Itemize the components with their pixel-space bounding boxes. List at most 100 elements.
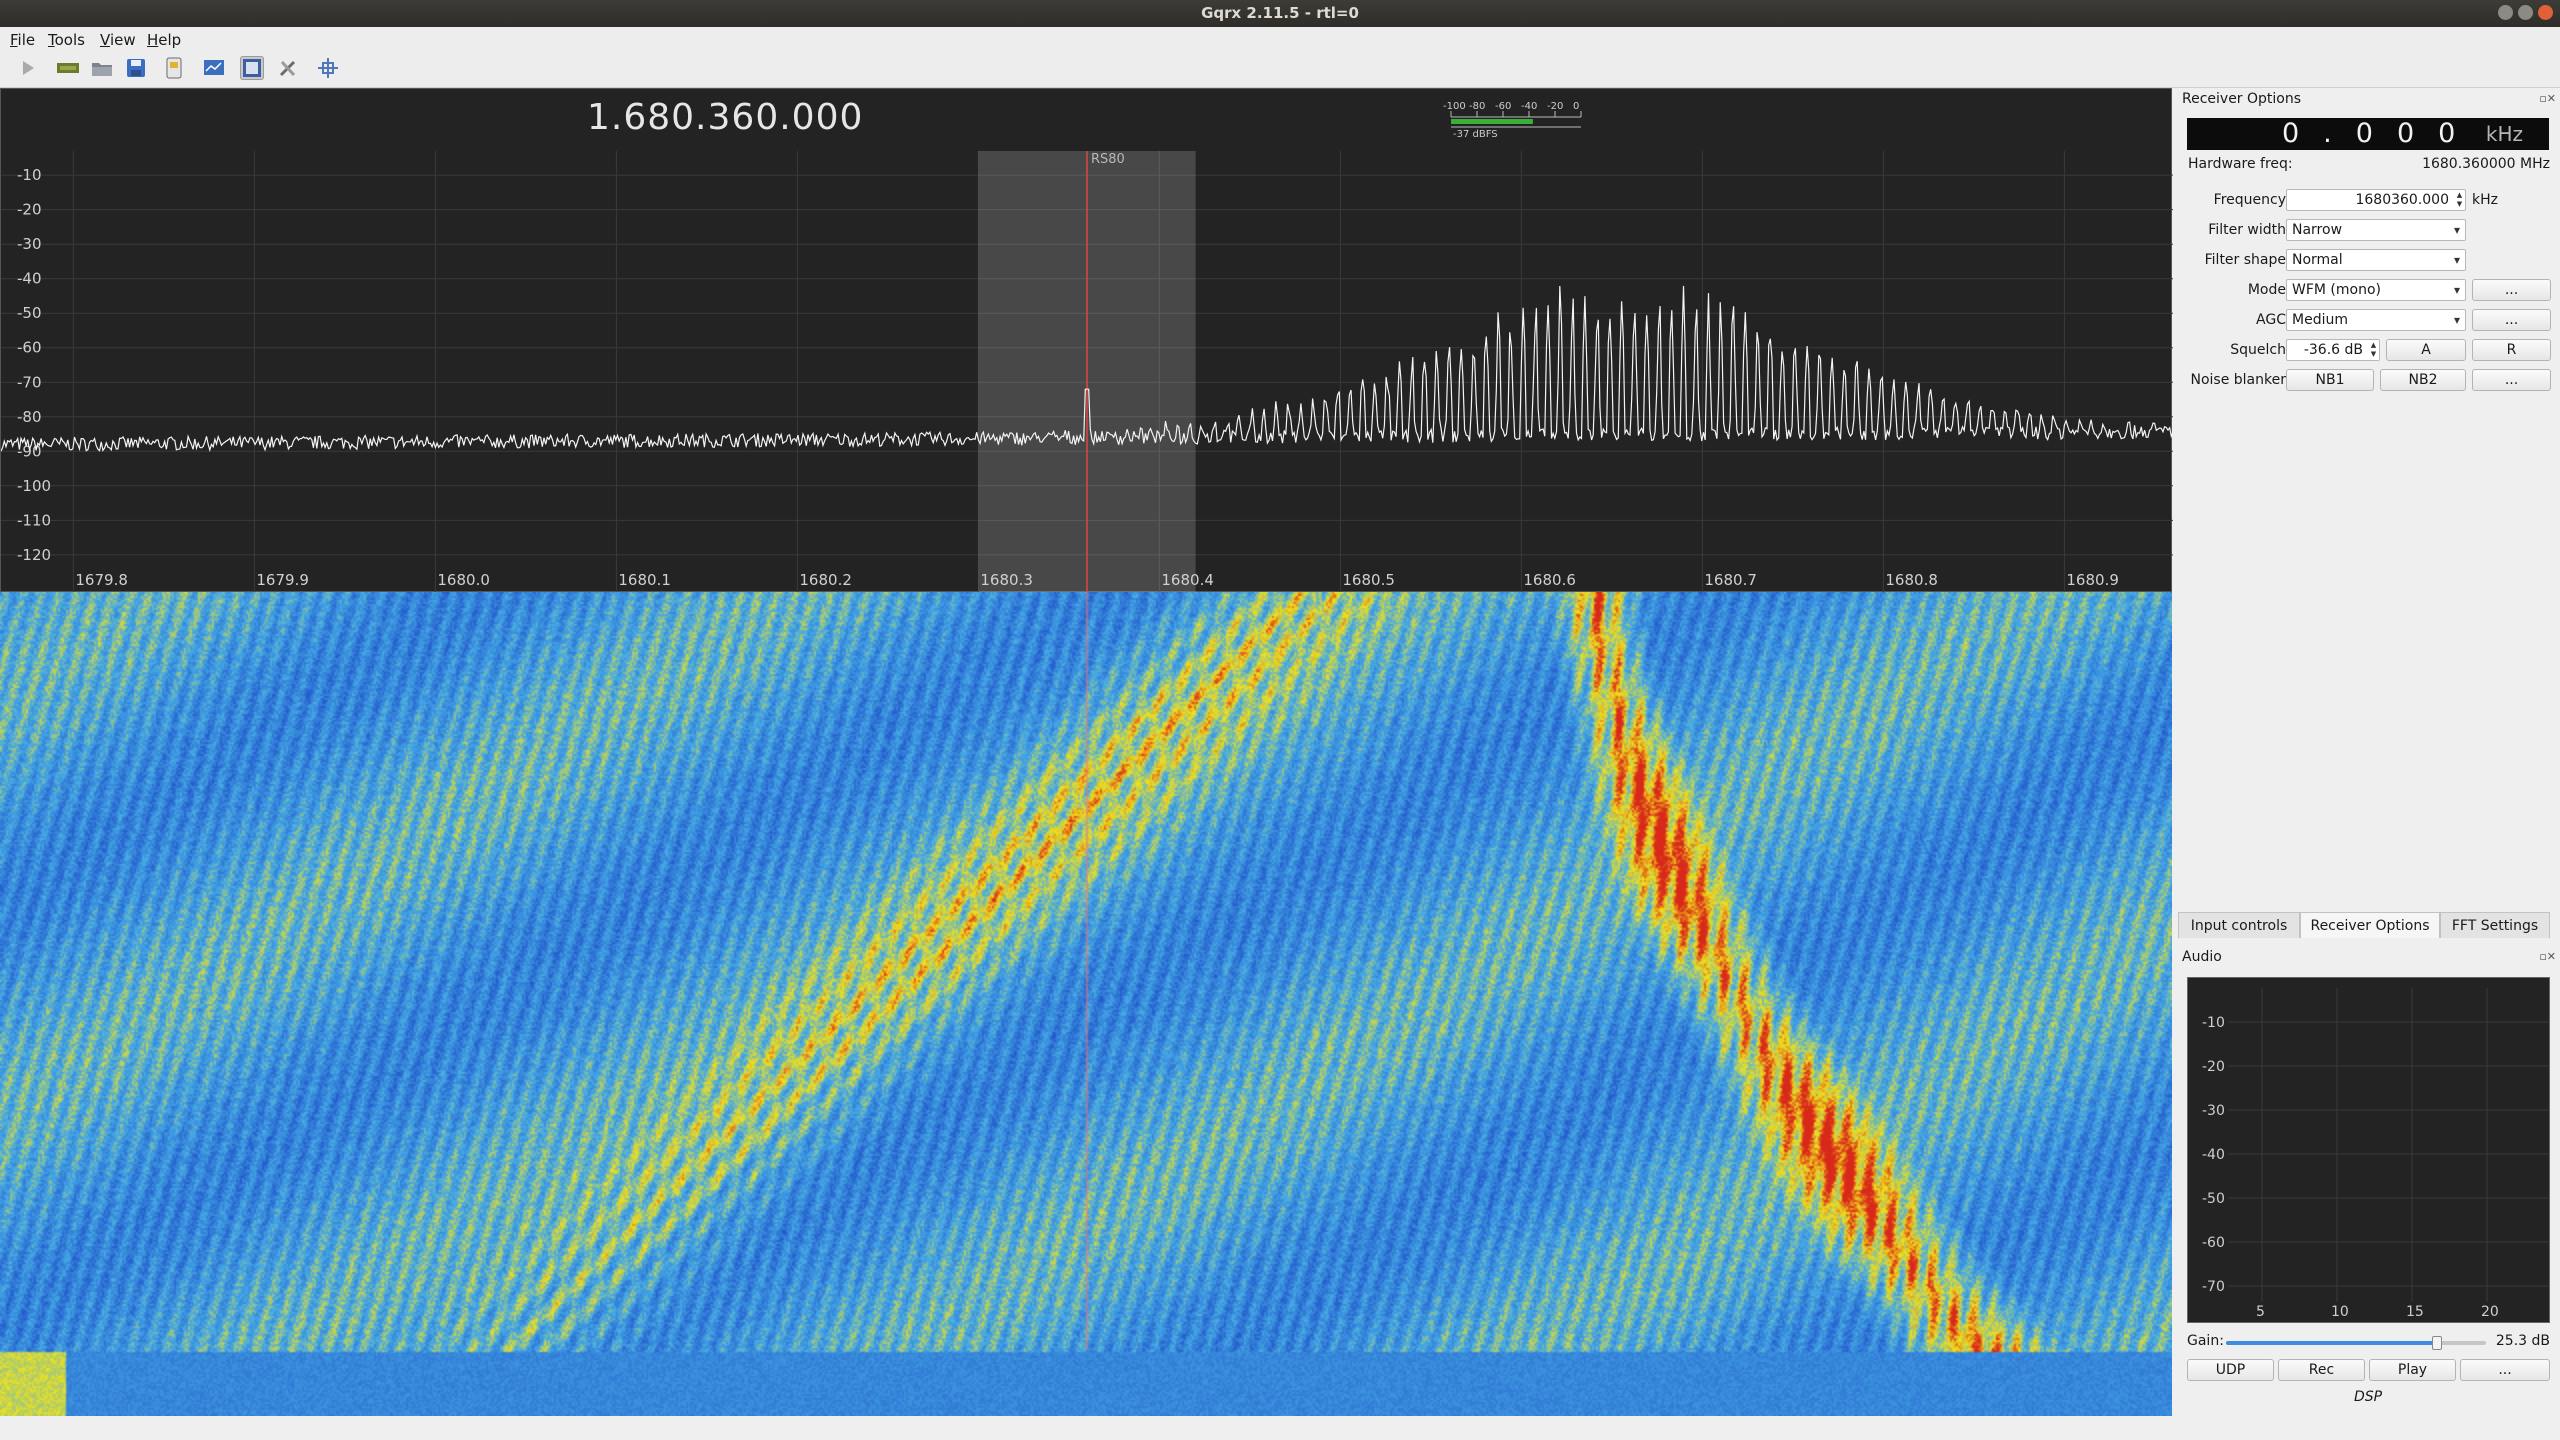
gain-value: 25.3 dB — [2495, 1333, 2550, 1349]
audio-panel-title: Audio — [2182, 949, 2222, 965]
y-tick-label: -60 — [17, 339, 42, 357]
udp-button[interactable]: UDP — [2187, 1359, 2274, 1381]
y-tick-label: -40 — [17, 270, 42, 288]
x-tick-label: 1680.7 — [1704, 571, 1757, 589]
frequency-readout[interactable]: 1.680.360.000 — [587, 97, 863, 138]
meter-tick-label: -100 — [1443, 101, 1466, 112]
tab-input-controls[interactable]: Input controls — [2178, 912, 2300, 938]
spin-arrows-icon[interactable]: ▲ ▼ — [2455, 191, 2464, 209]
frequency-spinbox[interactable]: 1680360.000 ▲ ▼ — [2286, 189, 2466, 211]
audio-x-tick: 5 — [2256, 1304, 2265, 1320]
tools-icon[interactable] — [276, 56, 300, 80]
frequency-unit: kHz — [2472, 192, 2498, 208]
y-tick-label: -30 — [17, 235, 42, 253]
play-icon[interactable] — [16, 56, 40, 80]
menu-bar: File Tools View Help — [0, 27, 2560, 51]
filter-width-value: Narrow — [2292, 222, 2343, 238]
meter-tick-label: -20 — [1547, 101, 1563, 112]
meter-bar — [1451, 119, 1533, 124]
filter-shape-combo[interactable]: Normal — [2286, 249, 2466, 271]
mode-combo[interactable]: WFM (mono) — [2286, 279, 2466, 301]
squelch-reset-button[interactable]: R — [2472, 339, 2551, 361]
window-title: Gqrx 2.11.5 - rtl=0 — [1201, 4, 1359, 22]
play-button[interactable]: Play — [2369, 1359, 2456, 1381]
agc-combo[interactable]: Medium — [2286, 309, 2466, 331]
minimize-icon[interactable] — [2498, 5, 2513, 20]
audio-x-tick: 10 — [2331, 1304, 2349, 1320]
y-tick-label: -120 — [17, 546, 51, 564]
filter-width-label: Filter width — [2208, 222, 2286, 238]
x-tick-label: 1679.8 — [75, 571, 128, 589]
gain-slider-handle[interactable] — [2431, 1336, 2442, 1350]
audio-x-tick: 20 — [2481, 1304, 2499, 1320]
y-tick-label: -80 — [17, 408, 42, 426]
x-tick-label: 1680.4 — [1161, 571, 1214, 589]
receiver-options-title: Receiver Options — [2182, 91, 2302, 107]
remote-control-icon[interactable] — [162, 56, 186, 80]
maximize-icon[interactable] — [2518, 5, 2533, 20]
audio-options-button[interactable]: ... — [2460, 1359, 2550, 1381]
meter-tick-label: 0 — [1573, 101, 1579, 112]
x-tick-label: 1679.9 — [256, 571, 309, 589]
x-tick-label: 1680.1 — [618, 571, 671, 589]
menu-help[interactable]: Help — [147, 31, 181, 49]
filter-shape-label: Filter shape — [2204, 252, 2286, 268]
dock-float-close-icon[interactable]: ▫✕ — [2539, 950, 2556, 963]
frequency-value: 1680360.000 — [2355, 192, 2449, 208]
x-tick-label: 1680.2 — [799, 571, 852, 589]
tab-receiver-options[interactable]: Receiver Options — [2300, 912, 2440, 938]
close-icon[interactable] — [2538, 5, 2553, 20]
menu-tools[interactable]: Tools — [48, 31, 85, 49]
waterfall-display[interactable] — [0, 592, 2172, 1416]
save-icon[interactable] — [124, 56, 148, 80]
dsp-label: DSP — [2353, 1389, 2383, 1405]
squelch-spinbox[interactable]: -36.6 dB ▲ ▼ — [2286, 339, 2380, 361]
open-icon[interactable] — [90, 56, 114, 80]
toolbar — [0, 51, 2560, 88]
spin-arrows-icon[interactable]: ▲ ▼ — [2369, 341, 2378, 359]
nb2-button[interactable]: NB2 — [2380, 369, 2466, 391]
x-tick-label: 1680.6 — [1523, 571, 1576, 589]
hardware-freq-value: 1680.360000 MHz — [2422, 156, 2550, 172]
audio-y-tick: -30 — [2202, 1103, 2225, 1119]
y-tick-label: -50 — [17, 304, 42, 322]
noise-blanker-options-button[interactable]: ... — [2472, 369, 2551, 391]
lcd-frequency-display[interactable]: 0.000 kHz — [2187, 118, 2549, 150]
menu-view[interactable]: View — [100, 31, 136, 49]
mode-options-button[interactable]: ... — [2472, 279, 2551, 301]
spectrum-plot[interactable]: RS80 -10 -20 -30 -40 -50 -60 -70 -80 -90 -100 -110… — [0, 88, 2173, 593]
x-tick-label: 1680.3 — [980, 571, 1033, 589]
audio-y-tick: -70 — [2202, 1279, 2225, 1295]
agc-value: Medium — [2292, 312, 2348, 328]
y-tick-label: -10 — [17, 166, 42, 184]
nb1-button[interactable]: NB1 — [2286, 369, 2374, 391]
signal-level-meter: -100 -80 -60 -40 -20 0 -37 dBFS — [1443, 101, 1582, 140]
y-tick-label: -20 — [17, 201, 42, 219]
filter-width-combo[interactable]: Narrow — [2286, 219, 2466, 241]
squelch-auto-button[interactable]: A — [2386, 339, 2466, 361]
autoscale-icon[interactable] — [316, 56, 340, 80]
lcd-unit: kHz — [2485, 122, 2523, 146]
dsp-toggle-icon[interactable] — [240, 56, 264, 80]
device-config-icon[interactable] — [56, 56, 80, 80]
agc-options-button[interactable]: ... — [2472, 309, 2551, 331]
rec-button[interactable]: Rec — [2278, 1359, 2365, 1381]
filter-label: RS80 — [1091, 152, 1125, 167]
x-tick-label: 1680.0 — [437, 571, 490, 589]
title-bar: Gqrx 2.11.5 - rtl=0 — [0, 0, 2560, 27]
y-tick-label: -100 — [17, 477, 51, 495]
agc-label: AGC — [2256, 312, 2286, 328]
menu-file[interactable]: File — [10, 31, 35, 49]
audio-y-tick: -20 — [2202, 1059, 2225, 1075]
mode-value: WFM (mono) — [2292, 282, 2381, 298]
lcd-digits: 0.000 — [2282, 118, 2480, 149]
gain-slider[interactable] — [2226, 1336, 2486, 1350]
dock-float-close-icon[interactable]: ▫✕ — [2539, 92, 2556, 105]
tab-fft-settings[interactable]: FFT Settings — [2440, 912, 2550, 938]
meter-value: -37 dBFS — [1453, 129, 1498, 140]
squelch-value: -36.6 dB — [2303, 342, 2363, 358]
audio-fft-plot[interactable]: -10 -20 -30 -40 -50 -60 -70 5 10 15 20 — [2187, 977, 2550, 1323]
meter-tick-label: -80 — [1469, 101, 1485, 112]
screenshot-icon[interactable] — [202, 56, 226, 80]
spectrum-chart[interactable]: RS80 -10-20-30-40-50-60-70-80-90-100-110… — [1, 89, 2173, 593]
